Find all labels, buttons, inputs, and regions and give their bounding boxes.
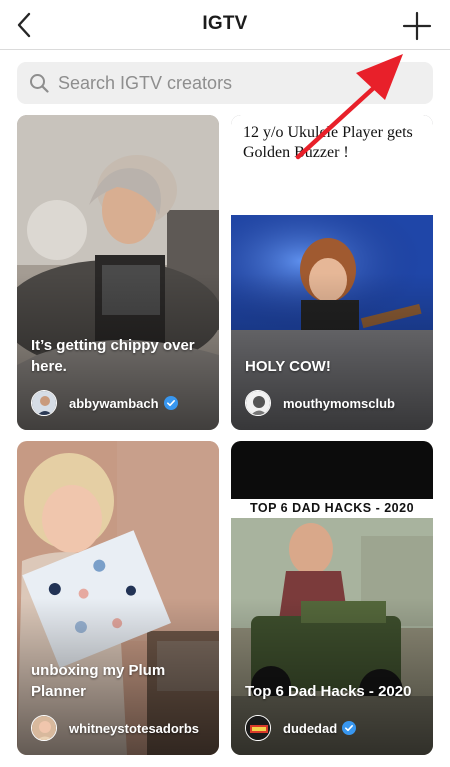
- video-caption: HOLY COW!: [245, 358, 331, 375]
- verified-badge-icon: [163, 396, 178, 410]
- plus-icon: [402, 11, 432, 41]
- video-caption: It’s getting chippy over here.: [31, 337, 195, 375]
- video-card-1[interactable]: It’s getting chippy over here. abbywamba…: [17, 115, 219, 430]
- avatar: [31, 390, 57, 416]
- add-video-button[interactable]: [400, 9, 434, 43]
- creator-name: dudedad: [283, 720, 338, 736]
- thumbnail-title: TOP 6 DAD HACKS - 2020: [231, 499, 433, 518]
- avatar: [245, 715, 271, 741]
- creator-name: mouthymomsclub: [283, 395, 395, 411]
- video-card-2[interactable]: 12 y/o Ukulele Player gets Golden Buzzer…: [231, 115, 433, 430]
- search-icon: [30, 74, 49, 93]
- search-bar[interactable]: Search IGTV creators: [17, 62, 433, 104]
- avatar: [245, 390, 271, 416]
- top-bar: IGTV: [0, 0, 450, 50]
- thumbnail-header: [231, 441, 433, 499]
- thumbnail-title: 12 y/o Ukulele Player gets Golden Buzzer…: [231, 115, 433, 215]
- creator-row[interactable]: mouthymomsclub: [245, 390, 395, 416]
- verified-badge-icon: [342, 721, 357, 735]
- creator-name: whitneystotesadorbs: [69, 720, 200, 736]
- search-input[interactable]: Search IGTV creators: [58, 73, 232, 94]
- video-card-3[interactable]: unboxing my Plum Planner whitneystotesad…: [17, 441, 219, 755]
- video-card-4[interactable]: TOP 6 DAD HACKS - 2020 Top 6 Dad Hacks -…: [231, 441, 433, 755]
- creator-row[interactable]: dudedad: [245, 715, 357, 741]
- creator-row[interactable]: abbywambach: [31, 390, 178, 416]
- avatar: [31, 715, 57, 741]
- creator-name: abbywambach: [69, 395, 159, 411]
- page-title: IGTV: [202, 13, 248, 34]
- video-caption: unboxing my Plum Planner: [31, 662, 166, 700]
- creator-row[interactable]: whitneystotesadorbs: [31, 715, 199, 741]
- video-caption: Top 6 Dad Hacks - 2020: [245, 683, 412, 700]
